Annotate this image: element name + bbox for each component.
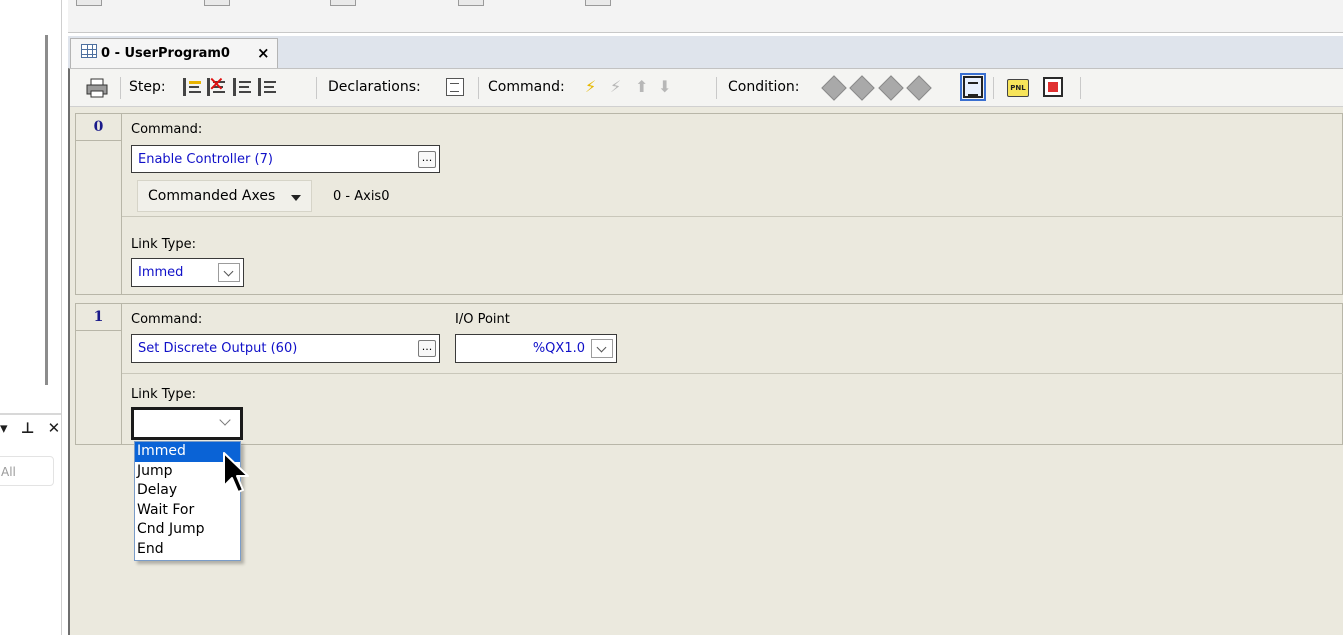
chevron-down-icon[interactable]	[218, 263, 240, 282]
print-icon[interactable]	[86, 78, 108, 98]
main-divider	[61, 0, 62, 635]
step-number-cell: 0	[76, 114, 122, 294]
delete-step-icon[interactable]: ✕	[207, 72, 225, 96]
step-number-header: 0	[76, 114, 121, 141]
delete-command-icon[interactable]: ⚡	[610, 77, 628, 96]
chevron-down-icon[interactable]	[219, 414, 231, 426]
insert-step-icon[interactable]	[183, 78, 201, 96]
report-icon[interactable]	[1043, 77, 1063, 97]
left-panel-splitter[interactable]	[45, 35, 48, 385]
io-point-label: I/O Point	[455, 312, 510, 327]
insert-command-icon[interactable]: ⚡	[585, 77, 603, 96]
properties-icon[interactable]	[960, 73, 986, 101]
toolbar-separator	[316, 77, 317, 99]
top-toolbar-button[interactable]	[330, 0, 356, 6]
link-type-label: Link Type:	[131, 237, 196, 252]
toolbar-separator	[120, 77, 121, 99]
link-type-value: Immed	[138, 265, 184, 280]
step-section-divider	[122, 373, 1343, 374]
pnl-icon[interactable]: PNL	[1007, 79, 1029, 97]
toolbar-separator	[478, 77, 479, 99]
step-row-1: 1	[75, 303, 1343, 445]
left-bottom-panel	[0, 415, 62, 635]
step-number: 0	[93, 119, 104, 135]
commanded-axes-dropdown[interactable]: Commanded Axes	[137, 180, 312, 212]
command-field[interactable]: Enable Controller (7) ...	[131, 145, 440, 173]
chevron-down-icon[interactable]	[591, 339, 613, 358]
top-toolbar-button[interactable]	[458, 0, 484, 6]
toolbar-separator	[993, 77, 994, 99]
command-browse-button[interactable]: ...	[418, 151, 436, 168]
option-end[interactable]: End	[135, 540, 240, 560]
editor-toolbar: Step: ✕ Declarations: Command: ⚡ ⚡ ⬆ ⬇ C…	[70, 69, 1343, 107]
tab-userprogram0[interactable]: 0 - UserProgram0 ×	[70, 38, 278, 68]
move-step-up-icon[interactable]	[233, 78, 251, 96]
top-toolbar-button[interactable]	[76, 0, 102, 6]
io-point-value: %QX1.0	[532, 341, 585, 356]
step-label: Step:	[129, 79, 166, 95]
option-cnd-jump[interactable]: Cnd Jump	[135, 520, 240, 540]
top-toolbar-strip	[68, 0, 1343, 33]
link-type-label: Link Type:	[131, 387, 196, 402]
panel-dock-controls[interactable]: ▾ ⊥ ✕	[0, 419, 64, 437]
commanded-axes-value: 0 - Axis0	[333, 189, 390, 204]
toolbar-separator	[716, 77, 717, 99]
io-point-select[interactable]: %QX1.0	[455, 334, 617, 363]
move-command-up-icon[interactable]: ⬆	[635, 77, 653, 96]
toolbar-separator	[1080, 77, 1081, 99]
step-section-divider	[122, 216, 1343, 217]
tab-label: 0 - UserProgram0	[101, 46, 230, 61]
command-field-label: Command:	[131, 122, 203, 137]
command-value: Enable Controller (7)	[138, 152, 273, 167]
condition-label: Condition:	[728, 79, 800, 95]
top-toolbar-button[interactable]	[204, 0, 230, 6]
close-icon[interactable]: ×	[257, 44, 270, 62]
insert-condition-icon[interactable]	[821, 75, 847, 101]
command-label: Command:	[488, 79, 565, 95]
declarations-label: Declarations:	[328, 79, 421, 95]
link-type-select-open[interactable]	[131, 407, 243, 440]
dropdown-arrow-icon	[291, 195, 301, 201]
move-condition-down-icon[interactable]	[906, 75, 932, 101]
step-number-header: 1	[76, 304, 121, 331]
command-value: Set Discrete Output (60)	[138, 341, 298, 356]
move-condition-up-icon[interactable]	[878, 75, 904, 101]
command-field-label: Command:	[131, 312, 203, 327]
move-command-down-icon[interactable]: ⬇	[658, 77, 676, 96]
command-browse-button[interactable]: ...	[418, 340, 436, 357]
delete-condition-icon[interactable]	[849, 75, 875, 101]
program-grid-icon	[81, 44, 97, 58]
mouse-cursor-icon	[223, 452, 249, 493]
move-step-down-icon[interactable]	[258, 78, 276, 96]
link-type-select[interactable]: Immed	[131, 258, 244, 287]
step-number: 1	[93, 309, 104, 325]
top-toolbar-button[interactable]	[585, 0, 611, 6]
panel-dock-buttons[interactable]: ▾ ⊥ ✕	[0, 419, 64, 437]
step-number-cell: 1	[76, 304, 122, 444]
commanded-axes-label: Commanded Axes	[148, 188, 276, 204]
declarations-icon[interactable]	[446, 78, 464, 96]
option-wait-for[interactable]: Wait For	[135, 501, 240, 521]
left-search-input[interactable]: All	[0, 456, 54, 486]
command-field[interactable]: Set Discrete Output (60) ...	[131, 334, 440, 363]
